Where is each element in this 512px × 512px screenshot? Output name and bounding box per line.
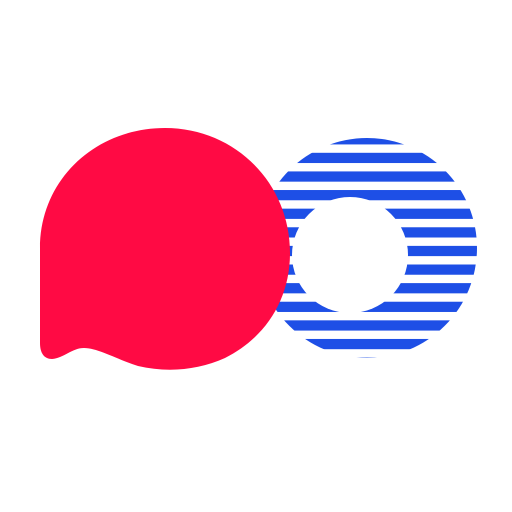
ring-stripe (250, 190, 490, 201)
speech-bubble-icon (40, 128, 290, 370)
ring-stripe (250, 338, 490, 350)
app-icon (0, 0, 512, 512)
ring-stripe (250, 152, 490, 164)
ring-stripe (250, 171, 490, 182)
logo-graphic (40, 128, 490, 370)
ring-stripe (250, 208, 490, 219)
ring-stripe (250, 283, 490, 294)
ring-stripe (250, 301, 490, 312)
ring-stripe (250, 134, 490, 145)
ring-stripe (250, 320, 490, 331)
ring-stripe (250, 357, 490, 368)
